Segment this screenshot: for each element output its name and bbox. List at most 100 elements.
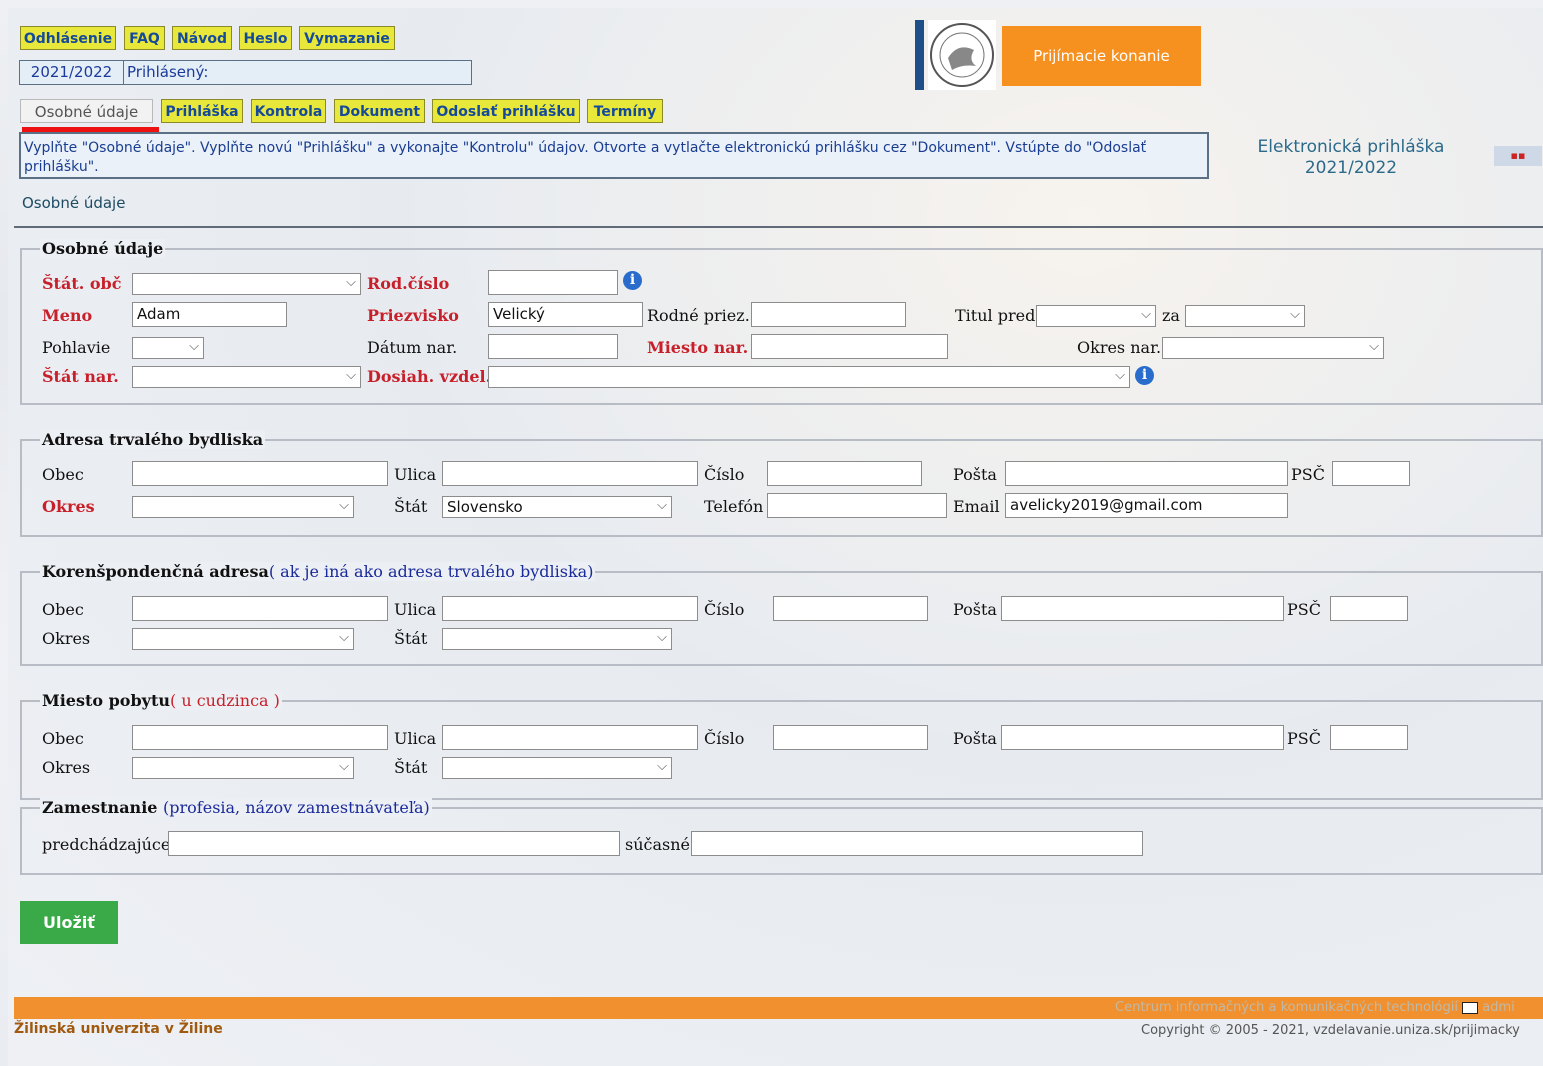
corr-street-input[interactable] <box>442 596 698 621</box>
delete-button[interactable]: Vymazanie <box>299 26 395 50</box>
app-year: 2021/2022 <box>1304 158 1398 178</box>
number-input[interactable] <box>767 461 922 486</box>
mail-icon[interactable] <box>1462 1001 1479 1014</box>
header-divider <box>14 226 1543 228</box>
citizenship-label: Štát. obč <box>42 274 122 293</box>
title-after-select[interactable]: ⌵ <box>1185 305 1305 327</box>
city-input[interactable] <box>132 461 388 486</box>
first-name-label: Meno <box>42 306 93 325</box>
footer-admin-link[interactable]: admi <box>1482 1000 1515 1015</box>
corr-city-input[interactable] <box>132 596 388 621</box>
chevron-down-icon: ⌵ <box>1369 339 1379 354</box>
surname-input[interactable]: Velický <box>488 302 643 327</box>
birth-number-label: Rod.číslo <box>367 274 450 293</box>
res-city-label: Obec <box>42 729 84 748</box>
corr-number-label: Číslo <box>704 600 745 619</box>
country-select[interactable]: Slovensko ⌵ <box>442 496 672 518</box>
chevron-down-icon: ⌵ <box>339 498 349 513</box>
tab-osobne-udaje[interactable]: Osobné údaje <box>20 99 153 123</box>
corr-country-select[interactable]: ⌵ <box>442 628 672 650</box>
number-label: Číslo <box>704 465 745 484</box>
tab-odoslat[interactable]: Odoslať prihlášku <box>432 99 580 123</box>
education-label: Dosiah. vzdel. <box>367 367 492 386</box>
res-number-input[interactable] <box>773 725 928 750</box>
corr-country-label: Štát <box>394 629 428 648</box>
corr-city-label: Obec <box>42 600 84 619</box>
employment-legend-note: (profesia, názov zamestnávateľa) <box>163 798 430 817</box>
zip-input[interactable] <box>1332 461 1410 486</box>
post-input[interactable] <box>1005 461 1288 486</box>
instructions-box: Vyplňte "Osobné údaje". Vyplňte novú "Pr… <box>19 132 1209 179</box>
res-zip-input[interactable] <box>1330 725 1408 750</box>
current-employment-input[interactable] <box>691 831 1143 856</box>
save-button[interactable]: Uložiť <box>20 901 118 944</box>
country-label: Štát <box>394 497 428 516</box>
res-zip-label: PSČ <box>1287 729 1321 748</box>
chevron-down-icon: ⌵ <box>1141 307 1151 322</box>
chevron-down-icon: ⌵ <box>339 630 349 645</box>
email-input[interactable]: avelicky2019@gmail.com <box>1005 493 1288 518</box>
chevron-down-icon: ⌵ <box>657 630 667 645</box>
surname-label: Priezvisko <box>367 306 459 325</box>
title-before-label: Titul pred <box>955 306 1036 325</box>
title-before-select[interactable]: ⌵ <box>1036 305 1156 327</box>
zip-label: PSČ <box>1291 465 1325 484</box>
corr-post-label: Pošta <box>953 600 997 619</box>
corr-district-select[interactable]: ⌵ <box>132 628 354 650</box>
birth-country-select[interactable]: ⌵ <box>132 366 361 388</box>
tab-terminy[interactable]: Termíny <box>587 99 663 123</box>
district-label: Okres <box>42 497 95 516</box>
phone-input[interactable] <box>767 493 947 518</box>
tab-prihlaska[interactable]: Prihláška <box>161 99 243 123</box>
english-flag-icon[interactable]: ▪▪ <box>1494 146 1542 166</box>
chevron-down-icon: ⌵ <box>657 498 667 513</box>
tab-kontrola[interactable]: Kontrola <box>251 99 326 123</box>
corr-number-input[interactable] <box>773 596 928 621</box>
res-street-label: Ulica <box>394 729 437 748</box>
corr-zip-input[interactable] <box>1330 596 1408 621</box>
street-input[interactable] <box>442 461 698 486</box>
education-select[interactable]: ⌵ <box>488 366 1130 388</box>
faq-button[interactable]: FAQ <box>124 26 165 50</box>
res-city-input[interactable] <box>132 725 388 750</box>
logout-button[interactable]: Odhlásenie <box>20 26 116 50</box>
district-select[interactable]: ⌵ <box>132 496 354 518</box>
residence-section: Miesto pobytu( u cudzinca ) <box>20 691 1543 800</box>
res-post-label: Pošta <box>953 729 997 748</box>
birth-district-select[interactable]: ⌵ <box>1162 337 1384 359</box>
res-country-label: Štát <box>394 758 428 777</box>
gender-select[interactable]: ⌵ <box>132 337 204 359</box>
chevron-down-icon: ⌵ <box>346 275 356 290</box>
university-seal-logo <box>928 20 996 90</box>
street-label: Ulica <box>394 465 437 484</box>
birth-date-input[interactable] <box>488 334 618 359</box>
citizenship-select[interactable]: ⌵ <box>132 273 361 295</box>
residence-legend: Miesto pobytu( u cudzinca ) <box>40 691 282 710</box>
chevron-down-icon: ⌵ <box>1115 368 1125 383</box>
res-country-select[interactable]: ⌵ <box>442 757 672 779</box>
footer-copyright: Copyright © 2005 - 2021, vzdelavanie.uni… <box>1141 1023 1520 1038</box>
footer-university: Žilinská univerzita v Žiline <box>14 1021 223 1037</box>
res-street-input[interactable] <box>442 725 698 750</box>
corr-street-label: Ulica <box>394 600 437 619</box>
admissions-button[interactable]: Prijímacie konanie <box>1002 26 1201 86</box>
guide-button[interactable]: Návod <box>172 26 232 50</box>
res-post-input[interactable] <box>1001 725 1284 750</box>
academic-year: 2021/2022 <box>20 61 124 84</box>
info-icon[interactable]: i <box>623 271 642 290</box>
tab-dokument[interactable]: Dokument <box>334 99 425 123</box>
chevron-down-icon: ⌵ <box>1290 307 1300 322</box>
correspondence-legend-note: ( ak je iná ako adresa trvalého bydliska… <box>268 562 594 581</box>
first-name-input[interactable]: Adam <box>132 302 287 327</box>
birth-place-input[interactable] <box>751 334 948 359</box>
maiden-name-label: Rodné priez. <box>647 306 750 325</box>
maiden-name-input[interactable] <box>751 302 906 327</box>
birth-number-input[interactable] <box>488 270 618 295</box>
chevron-down-icon: ⌵ <box>339 759 349 774</box>
res-district-select[interactable]: ⌵ <box>132 757 354 779</box>
password-button[interactable]: Heslo <box>239 26 292 50</box>
logged-in-label: Prihlásený: <box>127 63 209 81</box>
info-icon[interactable]: i <box>1135 366 1154 385</box>
previous-employment-input[interactable] <box>168 831 620 856</box>
corr-post-input[interactable] <box>1001 596 1284 621</box>
